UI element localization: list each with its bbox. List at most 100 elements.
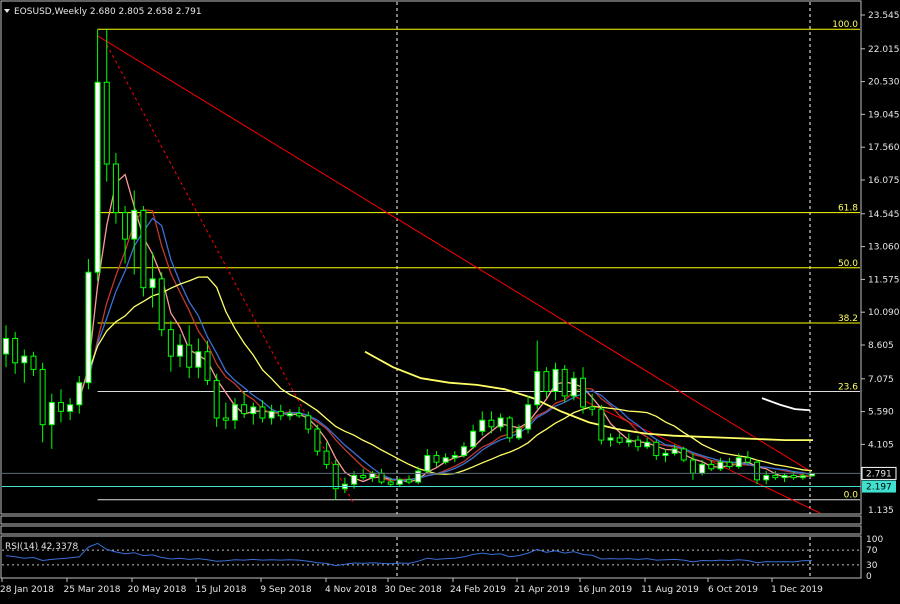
bear-candle bbox=[616, 437, 623, 443]
bull-candle bbox=[48, 402, 55, 426]
time-tick-label: 15 Jul 2018 bbox=[196, 585, 247, 595]
bull-candle bbox=[177, 344, 184, 357]
bear-candle bbox=[772, 474, 779, 479]
chart-background bbox=[0, 0, 900, 600]
bull-candle bbox=[424, 455, 431, 472]
bull-candle bbox=[286, 413, 293, 417]
bull-candle bbox=[442, 457, 449, 463]
bear-candle bbox=[744, 457, 751, 463]
bear-candle bbox=[387, 481, 394, 485]
bull-candle bbox=[607, 437, 614, 441]
bull-candle bbox=[231, 404, 238, 421]
bear-candle bbox=[332, 463, 339, 490]
bear-candle bbox=[12, 337, 19, 364]
time-tick-label: 4 Nov 2018 bbox=[325, 585, 377, 595]
bear-candle bbox=[323, 450, 330, 465]
bear-candle bbox=[433, 455, 440, 463]
rsi-axis-label: 0 bbox=[866, 572, 872, 582]
price-tick-label: 19.045 bbox=[868, 110, 900, 120]
bull-candle bbox=[644, 441, 651, 448]
fib-level-label: 61.8 bbox=[838, 204, 858, 214]
fib-level-label: 0.0 bbox=[844, 491, 859, 501]
bear-candle bbox=[30, 355, 37, 370]
bear-candle bbox=[543, 371, 550, 392]
fib-level-label: 100.0 bbox=[832, 20, 858, 30]
price-tick-label: 1.135 bbox=[868, 506, 894, 516]
bear-candle bbox=[39, 368, 46, 426]
bear-candle bbox=[204, 351, 211, 381]
bear-candle bbox=[488, 419, 495, 428]
bear-candle bbox=[122, 212, 129, 240]
bear-candle bbox=[112, 163, 119, 214]
bull-candle bbox=[149, 278, 156, 289]
bull-candle bbox=[67, 404, 74, 412]
bull-candle bbox=[781, 474, 788, 479]
time-tick-label: 28 Jan 2018 bbox=[0, 585, 54, 595]
bull-candle bbox=[195, 351, 202, 368]
bull-candle bbox=[460, 446, 467, 457]
bull-candle bbox=[799, 475, 806, 479]
bear-candle bbox=[296, 413, 303, 417]
bull-candle bbox=[699, 463, 706, 474]
bear-candle bbox=[167, 329, 174, 357]
time-tick-label: 21 Apr 2019 bbox=[514, 585, 570, 595]
price-tick-label: 7.075 bbox=[868, 375, 894, 385]
time-tick-label: 1 Dec 2019 bbox=[771, 585, 823, 595]
bull-candle bbox=[351, 474, 358, 485]
bear-candle bbox=[222, 417, 229, 421]
price-tick-label: 22.015 bbox=[868, 45, 900, 55]
bear-candle bbox=[561, 368, 568, 397]
time-tick-label: 16 Jun 2019 bbox=[578, 585, 632, 595]
bull-candle bbox=[76, 382, 83, 406]
bull-candle bbox=[94, 81, 101, 273]
bear-candle bbox=[241, 404, 248, 415]
bull-candle bbox=[763, 474, 770, 481]
bear-candle bbox=[158, 278, 165, 331]
time-tick-label: 20 May 2018 bbox=[128, 585, 187, 595]
bear-candle bbox=[589, 406, 596, 410]
chart-window[interactable]: 100.0 61.8 50.0 38.2 23.6 0.0 23.545 22.015 20.… bbox=[0, 0, 900, 600]
bull-candle bbox=[717, 461, 724, 470]
bull-candle bbox=[85, 271, 92, 384]
current-price-label: 2.791 bbox=[866, 469, 892, 479]
bull-candle bbox=[250, 406, 257, 415]
bull-candle bbox=[479, 419, 486, 432]
bear-candle bbox=[213, 379, 220, 419]
price-tick-label: 14.545 bbox=[868, 210, 900, 220]
rsi-axis-label: 30 bbox=[866, 561, 878, 571]
time-tick-label: 30 Dec 2018 bbox=[384, 585, 442, 595]
bear-candle bbox=[277, 410, 284, 417]
bull-candle bbox=[735, 457, 742, 468]
time-tick-label: 6 Oct 2019 bbox=[708, 585, 758, 595]
bull-candle bbox=[671, 448, 678, 454]
time-tick-label: 24 Feb 2019 bbox=[450, 585, 506, 595]
bear-candle bbox=[259, 406, 266, 419]
price-tick-label: 20.530 bbox=[868, 78, 900, 88]
price-tick-label: 16.075 bbox=[868, 176, 900, 186]
bull-candle bbox=[21, 355, 28, 364]
fib-level-label: 38.2 bbox=[838, 314, 858, 324]
bull-candle bbox=[131, 209, 138, 240]
bull-candle bbox=[3, 337, 9, 355]
bull-candle bbox=[552, 368, 559, 392]
bear-candle bbox=[634, 439, 641, 448]
bull-candle bbox=[497, 417, 504, 428]
bear-candle bbox=[406, 479, 412, 483]
bear-candle bbox=[103, 81, 110, 165]
bull-candle bbox=[470, 430, 477, 448]
bear-candle bbox=[506, 417, 513, 439]
bear-candle bbox=[689, 459, 696, 474]
price-tick-label: 17.560 bbox=[868, 143, 900, 153]
time-tick-label: 9 Sep 2018 bbox=[260, 585, 312, 595]
bear-candle bbox=[726, 461, 733, 468]
bull-candle bbox=[625, 439, 632, 443]
bull-candle bbox=[525, 404, 532, 430]
bear-candle bbox=[790, 474, 797, 479]
rsi-axis-label: 70 bbox=[866, 546, 878, 556]
bull-candle bbox=[268, 410, 275, 419]
bull-candle bbox=[415, 470, 422, 483]
bear-candle bbox=[378, 472, 385, 483]
bid-price-label: 2.197 bbox=[866, 483, 892, 493]
rsi-label: RSI(14) 42.3378 bbox=[5, 542, 78, 552]
bull-candle bbox=[451, 455, 458, 459]
